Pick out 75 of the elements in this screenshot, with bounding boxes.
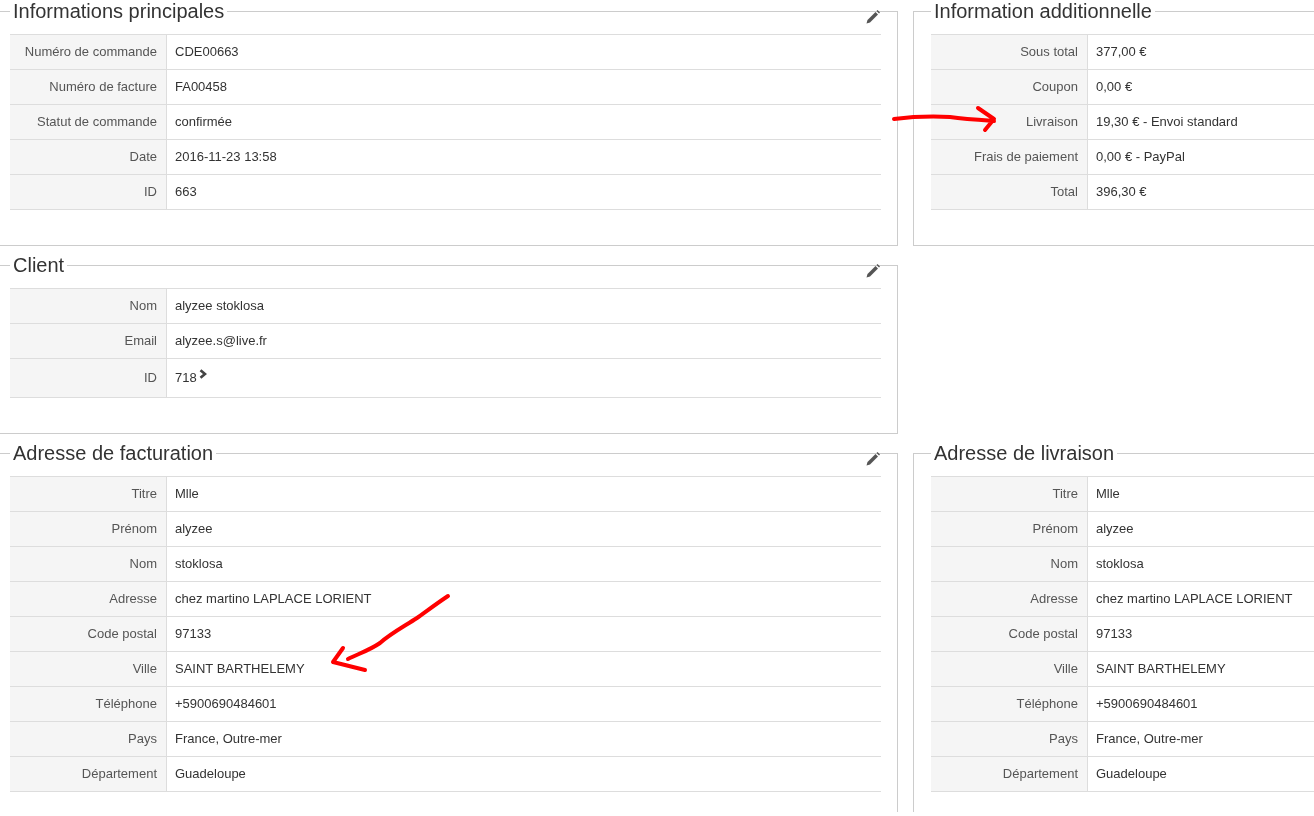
field-value: 377,00 € bbox=[1096, 43, 1147, 62]
panel-title: Adresse de facturation bbox=[12, 442, 215, 464]
field-value: CDE00663 bbox=[175, 43, 239, 62]
field-value: stoklosa bbox=[1096, 555, 1144, 574]
field-label: Statut de commande bbox=[10, 105, 167, 139]
field-value: 0,00 € bbox=[1096, 78, 1133, 97]
pencil-icon bbox=[866, 264, 880, 278]
field-label: Pays bbox=[931, 722, 1088, 756]
field-value: 2016-11-23 13:58 bbox=[175, 148, 277, 167]
field-label: Numéro de facture bbox=[10, 70, 167, 104]
field-value: 97133 bbox=[175, 625, 212, 644]
field-value: Guadeloupe bbox=[1096, 765, 1167, 784]
field-label: Sous total bbox=[931, 35, 1088, 69]
field-label: Titre bbox=[10, 477, 167, 511]
field-label: Email bbox=[10, 324, 167, 358]
customer-id-link[interactable]: 718 bbox=[175, 368, 207, 388]
field-label: Nom bbox=[931, 547, 1088, 581]
field-label: Ville bbox=[931, 652, 1088, 686]
field-label: Pays bbox=[10, 722, 167, 756]
field-label: Téléphone bbox=[10, 687, 167, 721]
edit-button[interactable] bbox=[866, 452, 880, 466]
field-value: 396,30 € bbox=[1096, 183, 1147, 202]
field-label: Titre bbox=[931, 477, 1088, 511]
field-label: Nom bbox=[10, 547, 167, 581]
field-value: FA00458 bbox=[175, 78, 228, 97]
field-value: 19,30 € - Envoi standard bbox=[1096, 113, 1238, 132]
panel-title: Informations principales bbox=[12, 0, 226, 22]
field-label: Nom bbox=[10, 289, 167, 323]
field-value: stoklosa bbox=[175, 555, 223, 574]
field-label: ID bbox=[10, 359, 167, 397]
field-value: France, Outre-mer bbox=[175, 730, 282, 749]
field-value: alyzee bbox=[1096, 520, 1134, 539]
pencil-icon bbox=[866, 452, 880, 466]
panel-title: Information additionnelle bbox=[933, 0, 1153, 22]
field-value: Mlle bbox=[175, 485, 199, 504]
edit-button[interactable] bbox=[866, 264, 880, 278]
field-value: Mlle bbox=[1096, 485, 1120, 504]
field-label: Prénom bbox=[10, 512, 167, 546]
field-label: Numéro de commande bbox=[10, 35, 167, 69]
field-value: SAINT BARTHELEMY bbox=[175, 660, 305, 679]
field-value: alyzee stoklosa bbox=[175, 297, 264, 316]
field-value: France, Outre-mer bbox=[1096, 730, 1203, 749]
field-label: Ville bbox=[10, 652, 167, 686]
field-value: +5900690484601 bbox=[175, 695, 277, 714]
field-label: Département bbox=[10, 757, 167, 791]
field-label: Frais de paiement bbox=[931, 140, 1088, 174]
panel-title: Client bbox=[12, 254, 66, 276]
field-label: Téléphone bbox=[931, 687, 1088, 721]
field-label: Adresse bbox=[10, 582, 167, 616]
field-value: chez martino LAPLACE LORIENT bbox=[175, 590, 372, 609]
field-label: Adresse bbox=[931, 582, 1088, 616]
field-value: chez martino LAPLACE LORIENT bbox=[1096, 590, 1293, 609]
edit-button[interactable] bbox=[866, 10, 880, 24]
field-value: +5900690484601 bbox=[1096, 695, 1198, 714]
field-value: SAINT BARTHELEMY bbox=[1096, 660, 1226, 679]
field-label: Livraison bbox=[931, 105, 1088, 139]
field-label: ID bbox=[10, 175, 167, 209]
field-label: Coupon bbox=[931, 70, 1088, 104]
field-label: Date bbox=[10, 140, 167, 174]
field-label: Total bbox=[931, 175, 1088, 209]
field-label: Code postal bbox=[10, 617, 167, 651]
field-label: Département bbox=[931, 757, 1088, 791]
field-value: 0,00 € - PayPal bbox=[1096, 148, 1185, 167]
field-value: 97133 bbox=[1096, 625, 1133, 644]
field-label: Prénom bbox=[931, 512, 1088, 546]
field-value: Guadeloupe bbox=[175, 765, 246, 784]
panel-title: Adresse de livraison bbox=[933, 442, 1116, 464]
chevron-right-icon bbox=[198, 369, 207, 379]
pencil-icon bbox=[866, 10, 880, 24]
hand-drawn-arrow-icon bbox=[890, 105, 998, 133]
field-label: Code postal bbox=[931, 617, 1088, 651]
field-value: alyzee bbox=[175, 520, 213, 539]
field-value: confirmée bbox=[175, 113, 233, 132]
field-value: alyzee.s@live.fr bbox=[175, 332, 267, 351]
field-value: 663 bbox=[175, 183, 197, 202]
